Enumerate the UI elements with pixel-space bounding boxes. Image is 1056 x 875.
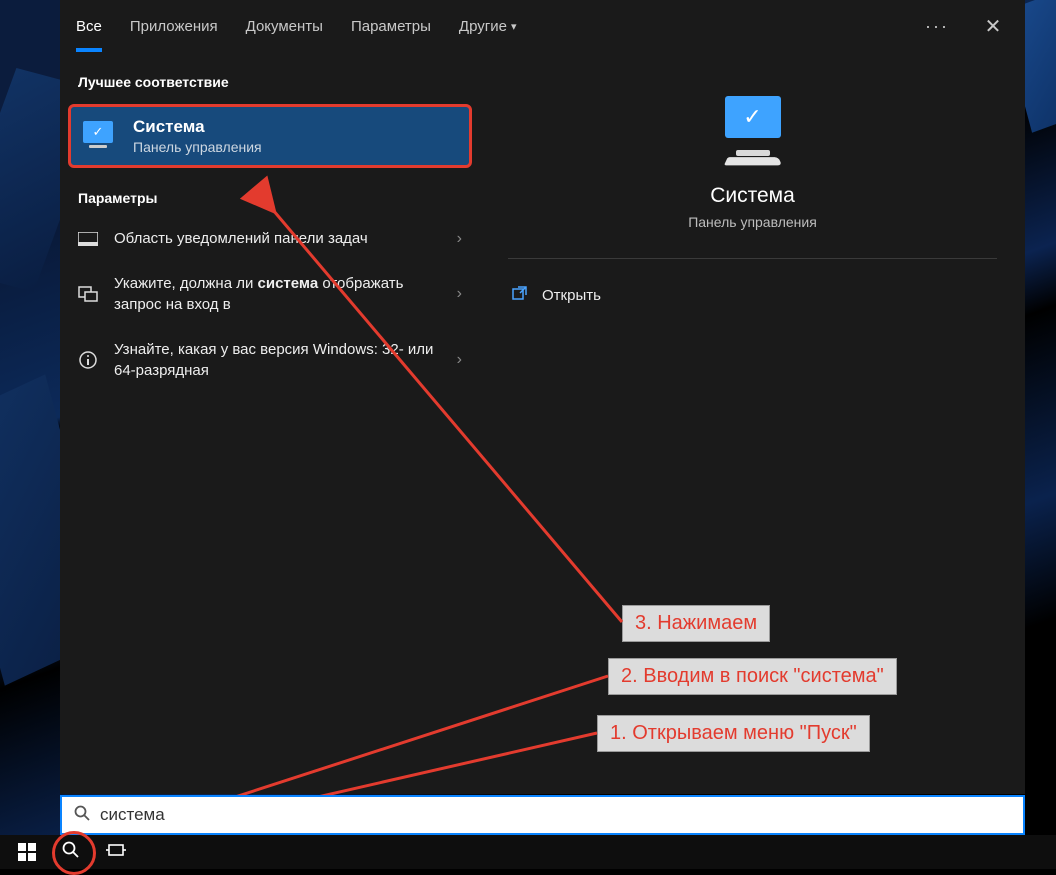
- task-view-button[interactable]: [106, 842, 126, 863]
- open-action[interactable]: Открыть: [508, 277, 997, 313]
- start-button[interactable]: [18, 843, 36, 861]
- open-icon: [512, 285, 528, 305]
- tab-more-label: Другие: [459, 18, 507, 35]
- settings-result-text: Узнайте, какая у вас версия Windows: 32-…: [114, 339, 441, 381]
- system-icon-large: ✓: [718, 96, 788, 166]
- preview-title: Система: [508, 184, 997, 208]
- taskbar: [0, 835, 1056, 869]
- search-input[interactable]: [100, 805, 1011, 825]
- tab-apps[interactable]: Приложения: [130, 0, 218, 52]
- search-icon: [74, 805, 90, 826]
- section-settings: Параметры: [60, 178, 480, 216]
- best-match-title: Система: [133, 117, 262, 137]
- chevron-right-icon: ›: [457, 351, 462, 369]
- settings-result-text: Область уведомлений панели задач: [114, 228, 441, 249]
- more-options-button[interactable]: ···: [925, 16, 949, 37]
- results-list: Лучшее соответствие ✓ Система Панель упр…: [60, 52, 480, 794]
- chevron-down-icon: ▾: [511, 20, 517, 33]
- divider: [508, 258, 997, 259]
- chevron-right-icon: ›: [457, 285, 462, 303]
- settings-result-item[interactable]: Область уведомлений панели задач ›: [60, 216, 480, 261]
- search-tabs: Все Приложения Документы Параметры Други…: [60, 0, 1025, 52]
- annotation-step-2: 2. Вводим в поиск "система": [608, 658, 897, 695]
- search-bar[interactable]: [60, 795, 1025, 835]
- annotation-step-1: 1. Открываем меню "Пуск": [597, 715, 870, 752]
- settings-result-item[interactable]: Узнайте, какая у вас версия Windows: 32-…: [60, 327, 480, 393]
- tab-documents[interactable]: Документы: [246, 0, 323, 52]
- annotation-step-3: 3. Нажимаем: [622, 605, 770, 642]
- settings-result-item[interactable]: Укажите, должна ли система отображать за…: [60, 261, 480, 327]
- taskbar-search-button[interactable]: [62, 841, 80, 864]
- tab-more[interactable]: Другие ▾: [459, 0, 517, 52]
- close-button[interactable]: ✕: [977, 14, 1009, 39]
- info-icon: [78, 350, 98, 370]
- chevron-right-icon: ›: [457, 230, 462, 248]
- projector-icon: [78, 284, 98, 304]
- open-label: Открыть: [542, 287, 601, 304]
- taskbar-icon: [78, 229, 98, 249]
- best-match-item[interactable]: ✓ Система Панель управления: [68, 104, 472, 168]
- section-best-match: Лучшее соответствие: [60, 62, 480, 100]
- best-match-subtitle: Панель управления: [133, 139, 262, 155]
- settings-result-text: Укажите, должна ли система отображать за…: [114, 273, 441, 315]
- tab-all[interactable]: Все: [76, 0, 102, 52]
- preview-subtitle: Панель управления: [508, 214, 997, 230]
- tab-settings[interactable]: Параметры: [351, 0, 431, 52]
- system-icon: ✓: [83, 121, 119, 151]
